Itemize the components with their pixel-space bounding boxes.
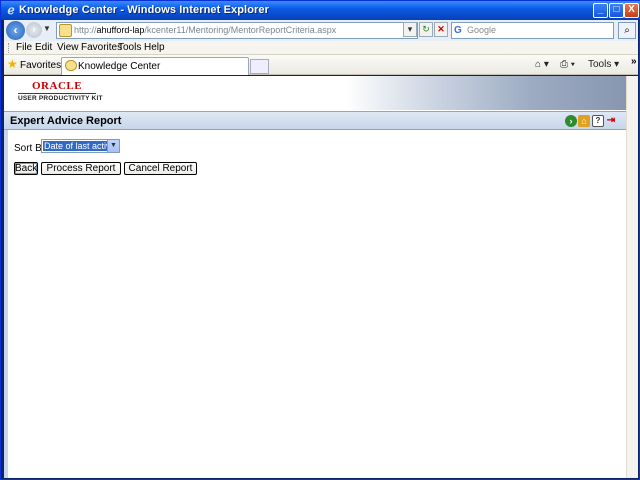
close-button[interactable]: X	[624, 3, 639, 18]
chevron-down-icon[interactable]: ▼	[107, 140, 119, 152]
brand-subtitle: USER PRODUCTIVITY KIT	[18, 95, 103, 102]
home-dropdown-icon[interactable]: ⌂ ▾	[535, 59, 549, 70]
window-title: Knowledge Center - Windows Internet Expl…	[19, 4, 269, 16]
ie-icon: ℯ	[7, 3, 15, 17]
tab-page-icon	[65, 60, 77, 71]
go-icon[interactable]: ›	[565, 115, 577, 127]
tab-knowledge-center[interactable]: Knowledge Center	[61, 57, 249, 75]
help-icon[interactable]: ?	[592, 115, 604, 127]
forward-nav-button[interactable]: ›	[26, 22, 42, 38]
minimize-button[interactable]: _	[593, 3, 608, 18]
logo-divider	[18, 93, 96, 94]
print-dropdown-icon[interactable]: ⎙ ▾	[560, 59, 575, 70]
menu-grip	[8, 43, 10, 53]
new-tab-button[interactable]	[250, 59, 269, 74]
menu-favorites[interactable]: Favorites	[81, 42, 122, 53]
back-nav-button[interactable]: ‹	[6, 21, 25, 40]
menu-tools[interactable]: Tools	[118, 42, 141, 53]
menu-file[interactable]: File	[16, 42, 32, 53]
menu-view[interactable]: View	[57, 42, 79, 53]
search-input[interactable]: G Google	[451, 22, 614, 39]
menu-help[interactable]: Help	[144, 42, 165, 53]
recent-pages-dropdown[interactable]: ▼	[43, 24, 51, 33]
home-icon[interactable]: ⌂	[578, 115, 590, 127]
title-bar: ℯ Knowledge Center - Windows Internet Ex…	[1, 1, 640, 20]
sort-by-select[interactable]: Date of last activity ▼	[41, 139, 120, 153]
search-button[interactable]: ⌕	[618, 22, 636, 39]
maximize-button[interactable]: □	[609, 3, 624, 18]
favorites-button[interactable]: Favorites	[20, 60, 61, 71]
url-input[interactable]: http://ahufford-lap/kcenter11/Mentoring/…	[56, 22, 418, 39]
tab-label: Knowledge Center	[78, 61, 161, 72]
sort-selected-value: Date of last activity	[43, 141, 107, 151]
refresh-button[interactable]: ↻	[419, 22, 433, 37]
page-icon	[59, 24, 72, 37]
cancel-report-button[interactable]: Cancel Report	[124, 162, 197, 175]
stop-button[interactable]: ✕	[434, 22, 448, 37]
oracle-logo: ORACLE USER PRODUCTIVITY KIT	[18, 80, 102, 104]
page-viewport: ORACLE USER PRODUCTIVITY KIT Expert Advi…	[4, 76, 626, 478]
chevron-icon[interactable]: »	[631, 56, 637, 67]
url-dropdown-button[interactable]: ▾	[403, 22, 417, 37]
exit-icon[interactable]: ⇥	[605, 115, 617, 127]
favorites-star-icon[interactable]: ★	[7, 58, 18, 70]
back-button[interactable]: Back	[14, 162, 38, 175]
address-bar: ‹ › ▼ http://ahufford-lap/kcenter11/Ment…	[4, 20, 638, 41]
url-text: http://ahufford-lap/kcenter11/Mentoring/…	[74, 25, 337, 35]
google-icon: G	[454, 25, 462, 36]
menu-bar: File Edit View Favorites Tools Help	[4, 41, 638, 55]
search-placeholder: Google	[467, 25, 497, 35]
left-border	[4, 130, 8, 478]
oracle-header: ORACLE USER PRODUCTIVITY KIT	[4, 76, 626, 110]
page-title: Expert Advice Report	[10, 115, 122, 127]
vertical-scrollbar[interactable]	[626, 76, 638, 478]
tools-command-button[interactable]: Tools ▾	[588, 59, 619, 70]
browser-window: ℯ Knowledge Center - Windows Internet Ex…	[0, 0, 640, 480]
report-title-bar: Expert Advice Report › ⌂ ? ⇥	[4, 111, 626, 130]
menu-edit[interactable]: Edit	[35, 42, 52, 53]
favorites-bar: ★ Favorites Knowledge Center ⌂ ▾ ⎙ ▾ Too…	[4, 55, 638, 75]
process-report-button[interactable]: Process Report	[41, 162, 121, 175]
brand-name: ORACLE	[32, 80, 83, 92]
